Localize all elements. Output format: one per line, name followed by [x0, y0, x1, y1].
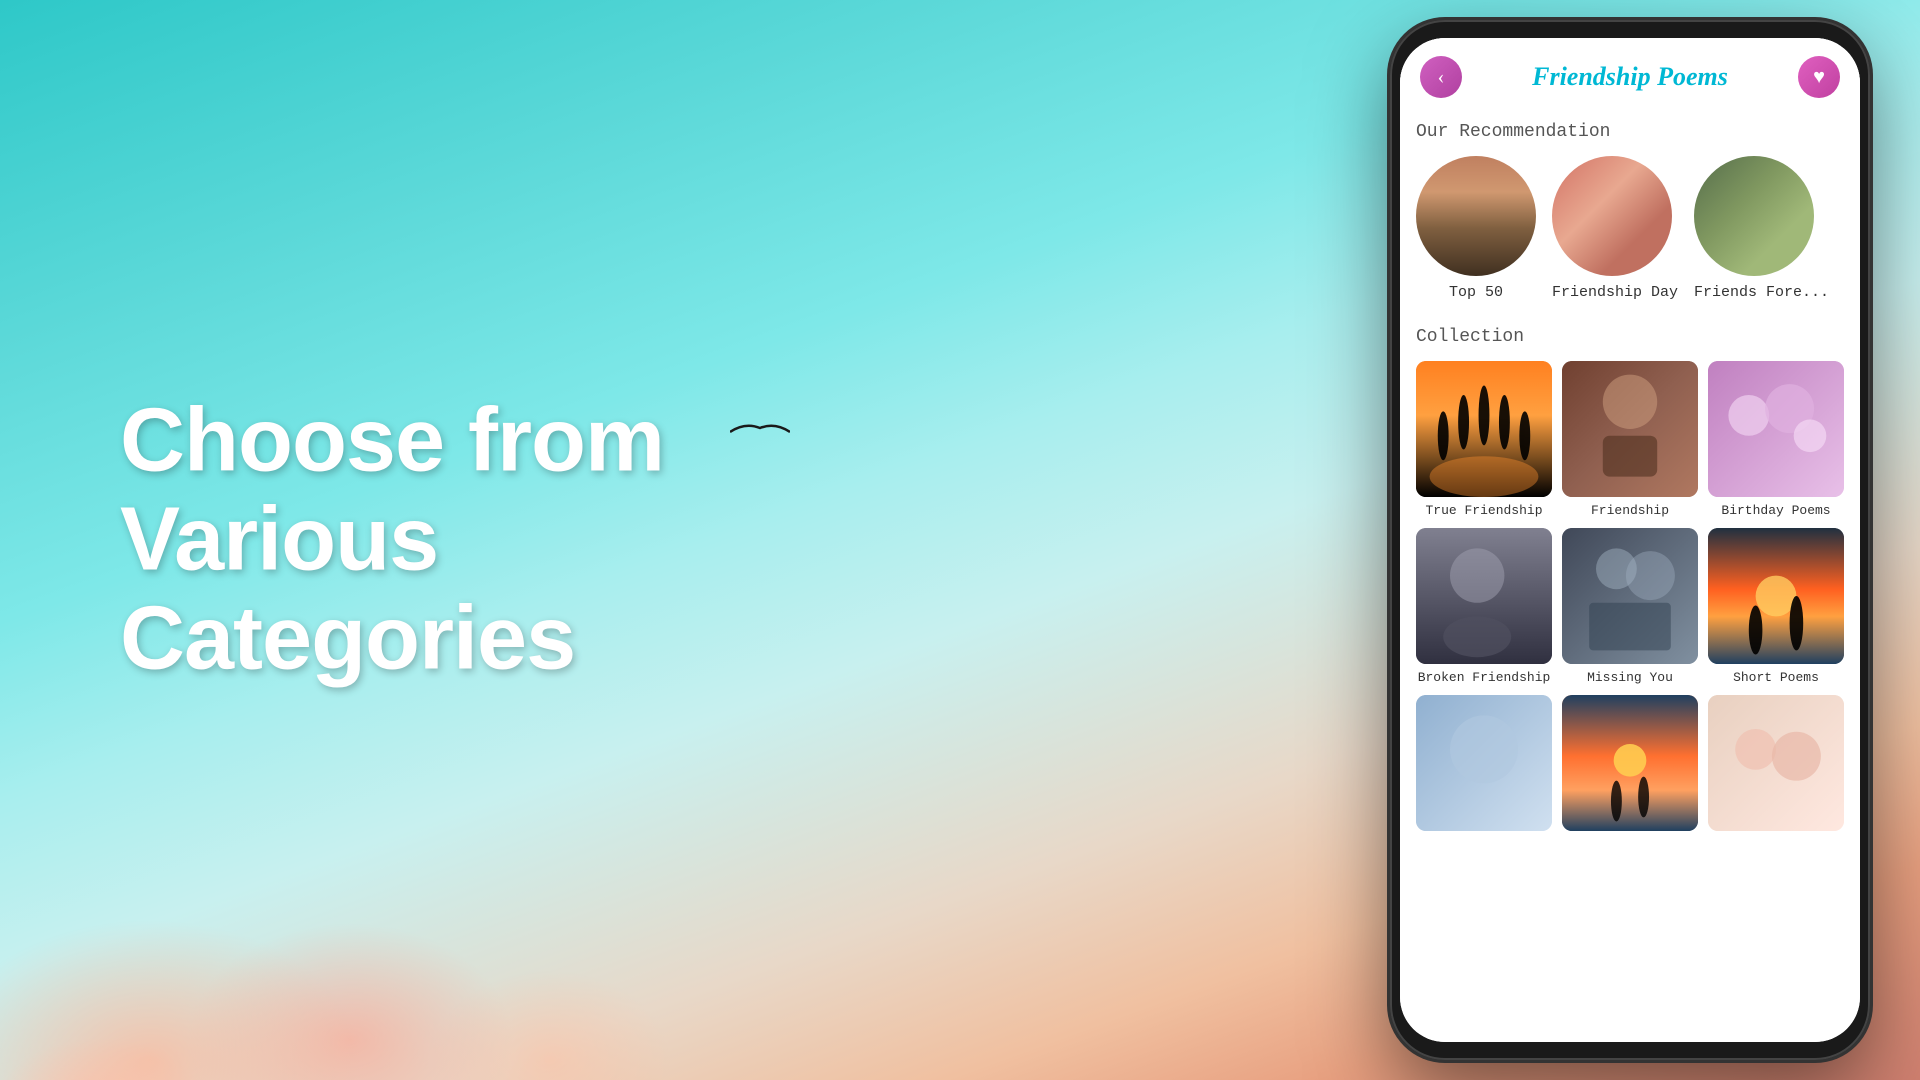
recommendation-scroll: Top 50 Friendship Day Friends Fore... [1416, 156, 1844, 309]
recommend-item-friends-forever[interactable]: Friends Fore... [1694, 156, 1829, 301]
phone-wrapper: ‹ Friendship Poems ♥ Our Recommendation [1390, 20, 1870, 1060]
collection-item-short-poems[interactable]: Short Poems [1708, 528, 1844, 685]
heart-icon: ♥ [1813, 66, 1825, 89]
collection-item-friendship[interactable]: Friendship [1562, 361, 1698, 518]
favorite-button[interactable]: ♥ [1798, 56, 1840, 98]
collection-img-birthday-poems [1708, 361, 1844, 497]
recommendation-section-title: Our Recommendation [1416, 122, 1844, 142]
recommend-label-friends-forever: Friends Fore... [1694, 284, 1829, 301]
collection-item-extra1[interactable] [1416, 695, 1552, 837]
collection-item-true-friendship[interactable]: True Friendship [1416, 361, 1552, 518]
collection-img-extra1 [1416, 695, 1552, 831]
app-content: ‹ Friendship Poems ♥ Our Recommendation [1400, 38, 1860, 1042]
heading-line1: Choose from [120, 391, 664, 491]
back-icon: ‹ [1438, 66, 1445, 89]
main-heading: Choose from Various Categories [120, 392, 664, 689]
collection-item-missing-you[interactable]: Missing You [1562, 528, 1698, 685]
recommend-img-friends-forever [1694, 156, 1814, 276]
app-header: ‹ Friendship Poems ♥ [1400, 38, 1860, 110]
recommend-img-top50 [1416, 156, 1536, 276]
heading-line3: Categories [120, 589, 575, 689]
collection-label-missing-you: Missing You [1562, 670, 1698, 685]
collection-item-extra3[interactable] [1708, 695, 1844, 837]
collection-section-title: Collection [1416, 327, 1844, 347]
phone-frame: ‹ Friendship Poems ♥ Our Recommendation [1390, 20, 1870, 1060]
back-button[interactable]: ‹ [1420, 56, 1462, 98]
recommend-item-friendship-day[interactable]: Friendship Day [1552, 156, 1678, 301]
collection-label-friendship: Friendship [1562, 503, 1698, 518]
collection-item-extra2[interactable] [1562, 695, 1698, 837]
collection-label-broken-friendship: Broken Friendship [1416, 670, 1552, 685]
collection-label-birthday-poems: Birthday Poems [1708, 503, 1844, 518]
bird-silhouette [730, 420, 790, 440]
collection-img-friendship [1562, 361, 1698, 497]
phone-screen: ‹ Friendship Poems ♥ Our Recommendation [1400, 38, 1860, 1042]
collection-item-broken-friendship[interactable]: Broken Friendship [1416, 528, 1552, 685]
recommend-item-top50[interactable]: Top 50 [1416, 156, 1536, 301]
recommend-img-friendship-day [1552, 156, 1672, 276]
clouds [0, 760, 750, 1080]
left-content: Choose from Various Categories [120, 392, 664, 689]
collection-img-extra3 [1708, 695, 1844, 831]
app-title: Friendship Poems [1532, 62, 1728, 92]
collection-img-broken-friendship [1416, 528, 1552, 664]
heading-line2: Various [120, 490, 438, 590]
collection-img-true-friendship [1416, 361, 1552, 497]
collection-label-short-poems: Short Poems [1708, 670, 1844, 685]
collection-img-missing-you [1562, 528, 1698, 664]
collection-img-extra2 [1562, 695, 1698, 831]
collection-item-birthday-poems[interactable]: Birthday Poems [1708, 361, 1844, 518]
collection-label-true-friendship: True Friendship [1416, 503, 1552, 518]
recommend-label-friendship-day: Friendship Day [1552, 284, 1678, 301]
app-scroll[interactable]: Our Recommendation Top 50 Friendship Day [1400, 110, 1860, 1042]
collection-img-short-poems [1708, 528, 1844, 664]
collection-grid: True Friendship [1416, 361, 1844, 837]
recommend-label-top50: Top 50 [1416, 284, 1536, 301]
